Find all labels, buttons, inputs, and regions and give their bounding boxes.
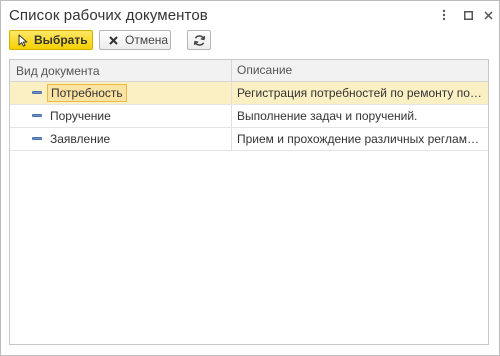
column-header-document-type[interactable]: Вид документа [16,64,100,78]
document-type-icon [32,137,42,140]
select-button[interactable]: Выбрать [9,30,93,50]
window-title: Список рабочих документов [9,7,208,24]
column-header-description[interactable]: Описание [231,60,488,81]
row-document-type: Заявление [50,132,111,146]
table-row[interactable]: Потребность Регистрация потребностей по … [10,82,488,105]
table-row[interactable]: Заявление Прием и прохождение различных … [10,128,488,151]
table-row[interactable]: Поручение Выполнение задач и поручений. [10,105,488,128]
dialog-window: Список рабочих документов Выбрать Отмена [0,0,500,356]
row-document-type: Потребность [47,84,127,102]
cursor-arrow-icon [18,34,28,47]
document-type-icon [32,114,42,117]
cancel-button-label: Отмена [125,33,169,47]
document-type-icon [32,91,42,94]
row-description: Регистрация потребностей по ремонту поме… [231,82,488,104]
row-document-type: Поручение [50,109,111,123]
select-button-label: Выбрать [34,33,88,47]
toolbar: Выбрать Отмена [9,30,489,52]
row-description: Выполнение задач и поручений. [231,105,488,127]
cancel-button[interactable]: Отмена [99,30,171,50]
table-header: Вид документа Описание [10,60,488,82]
close-icon[interactable] [479,6,497,24]
title-bar: Список рабочих документов [1,1,499,29]
refresh-button[interactable] [187,30,211,50]
refresh-icon [193,34,206,47]
documents-table: Вид документа Описание Потребность Регис… [9,59,489,345]
row-description: Прием и прохождение различных регламентн… [231,128,488,150]
maximize-icon[interactable] [459,6,477,24]
x-icon [109,35,118,45]
more-vertical-icon[interactable] [435,6,453,24]
